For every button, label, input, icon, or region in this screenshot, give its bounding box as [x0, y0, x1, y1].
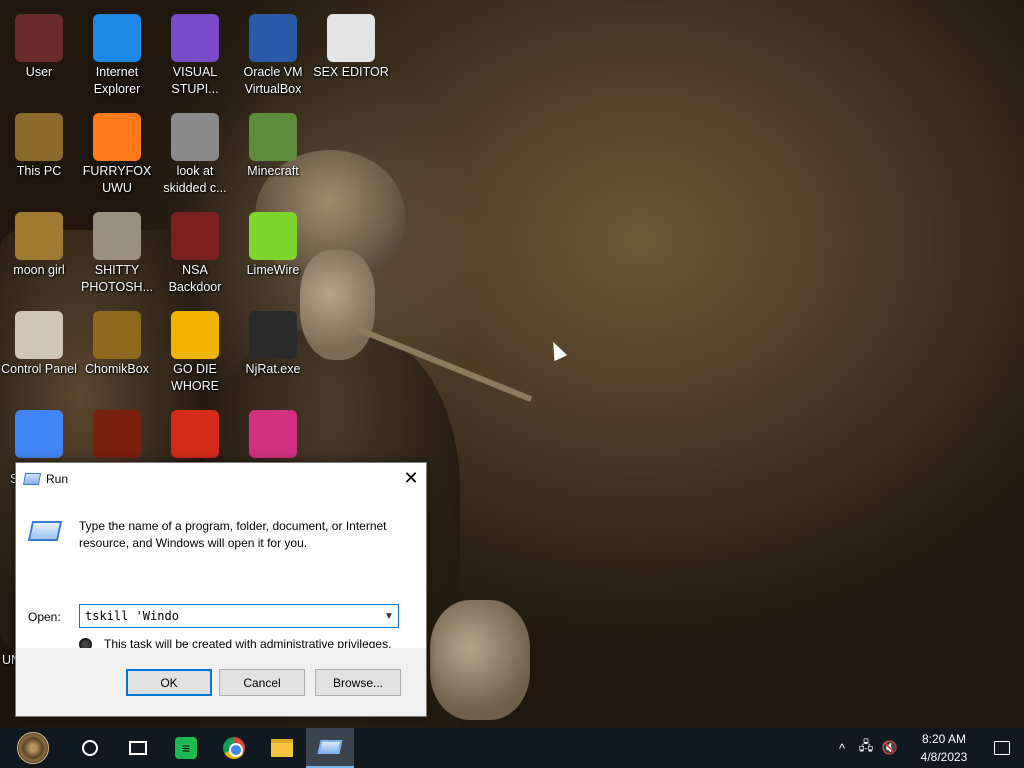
desktop-icon-label: ChomikBox: [85, 362, 149, 376]
computer-icon: [15, 113, 63, 161]
system-tray: ^ 🖧 🔇 8:20 AM 4/8/2023: [830, 728, 1024, 768]
close-button[interactable]: ✕: [396, 463, 426, 493]
run-app-icon: [22, 472, 42, 485]
desktop-icon-label: Minecraft: [247, 164, 299, 178]
gimp-icon: [93, 212, 141, 260]
desktop-icon-label: GO DIE WHORE: [171, 362, 219, 393]
run-titlebar[interactable]: Run: [16, 463, 426, 494]
desktop-icon-label: Oracle VM VirtualBox: [243, 65, 303, 96]
desktop-icon-label: User: [25, 65, 53, 79]
desktop-icon[interactable]: NSA Backdoor: [156, 204, 234, 296]
desktop-icon-label: look at skidded c...: [163, 164, 227, 195]
hex-editor-icon: [327, 14, 375, 62]
user-figure-icon: [15, 14, 63, 62]
desktop-icon-label: LimeWire: [246, 263, 300, 277]
task-view-button[interactable]: [114, 728, 162, 768]
desktop-icon[interactable]: VISUAL STUPI...: [156, 6, 234, 98]
desktop-icon-label: NjRat.exe: [245, 362, 301, 376]
desktop-icon[interactable]: look at skidded c...: [156, 105, 234, 197]
desktop-icon[interactable]: LimeWire: [234, 204, 312, 279]
desktop-icon[interactable]: Internet Explorer: [78, 6, 156, 98]
desktop-icon-label: This PC: [16, 164, 62, 178]
taskbar-spotify[interactable]: ≡: [162, 728, 210, 768]
cancel-button[interactable]: Cancel: [219, 669, 305, 696]
search-circle-icon: [82, 740, 98, 756]
chrome-icon: [223, 737, 245, 759]
taskbar-chrome[interactable]: [210, 728, 258, 768]
clock-time: 8:20 AM: [921, 732, 967, 746]
hand-decoration: [430, 600, 530, 720]
desktop-icon[interactable]: SHITTY PHOTOSH...: [78, 204, 156, 296]
ok-button[interactable]: OK: [126, 669, 212, 696]
copy-files-icon: [171, 113, 219, 161]
wwe-icon: [93, 410, 141, 458]
close-icon: ✕: [403, 467, 419, 488]
desktop-icon-label: moon girl: [13, 263, 65, 277]
desktop-icon-label: VISUAL STUPI...: [171, 65, 219, 96]
chrome-icon: [15, 410, 63, 458]
desktop-icon[interactable]: moon girl: [0, 204, 78, 279]
open-label: Open:: [28, 610, 61, 624]
taskbar-file-explorer[interactable]: [258, 728, 306, 768]
run-dialog: Run ✕ Type the name of a program, folder…: [15, 462, 427, 717]
chomikbox-icon: [93, 311, 141, 359]
start-button[interactable]: [0, 728, 66, 768]
desktop-icon[interactable]: NjRat.exe: [234, 303, 312, 378]
folder-icon: [271, 739, 293, 757]
desktop-icon[interactable]: GO DIE WHORE: [156, 303, 234, 395]
video-player-icon: [249, 410, 297, 458]
chevron-down-icon[interactable]: ▼: [380, 611, 398, 622]
desktop-icon[interactable]: ChomikBox: [78, 303, 156, 378]
run-program-icon: [27, 521, 63, 541]
notification-icon: [994, 741, 1010, 755]
desktop-icon-label: SHITTY PHOTOSH...: [80, 263, 153, 294]
notification-center-button[interactable]: [980, 741, 1024, 755]
edge-browser-icon: [93, 14, 141, 62]
run-description: Type the name of a program, folder, docu…: [79, 519, 387, 550]
run-dialog-footer: OK Cancel Browse...: [16, 648, 426, 716]
desktop-icon-label: NSA Backdoor: [168, 263, 222, 294]
pipe-decoration: [353, 325, 533, 402]
desktop-icon[interactable]: SEX EDITOR: [312, 6, 390, 81]
network-icon[interactable]: 🖧: [854, 737, 878, 759]
search-button[interactable]: [66, 728, 114, 768]
desktop-icon[interactable]: Oracle VM VirtualBox: [234, 6, 312, 98]
desktop-icon-label: Control Panel: [1, 362, 77, 376]
taskbar: ≡ ^ 🖧 🔇 8:20 AM 4/8/2023: [0, 728, 1024, 768]
virtualbox-icon: [249, 14, 297, 62]
start-orb-icon: [17, 732, 49, 764]
desktop-icon-label: SEX EDITOR: [313, 65, 389, 79]
limewire-icon: [249, 212, 297, 260]
desktop-icon[interactable]: This PC: [0, 105, 78, 180]
browse-button[interactable]: Browse...: [315, 669, 401, 696]
de-app-icon: [171, 311, 219, 359]
run-dialog-body: Type the name of a program, folder, docu…: [16, 494, 426, 651]
skull-icon: [249, 311, 297, 359]
open-combobox[interactable]: ▼: [79, 604, 399, 628]
mouse-cursor-icon: [546, 338, 568, 362]
minecraft-icon: [249, 113, 297, 161]
desktop-icon-label: FURRYFOX UWU: [82, 164, 152, 195]
spotify-icon: ≡: [175, 737, 197, 759]
monitor-icon: [171, 212, 219, 260]
taskbar-run[interactable]: [306, 728, 354, 768]
visual-studio-icon: [171, 14, 219, 62]
firefox-icon: [93, 113, 141, 161]
clock-date: 4/8/2023: [920, 750, 968, 764]
run-title-text: Run: [46, 471, 69, 486]
desktop-icon[interactable]: Control Panel: [0, 303, 78, 378]
desktop-icon[interactable]: Minecraft: [234, 105, 312, 180]
apple-icon: [171, 410, 219, 458]
lightbulb-icon: [15, 311, 63, 359]
open-input[interactable]: [80, 609, 380, 623]
run-app-icon: [317, 740, 343, 754]
desktop-icon-label: Internet Explorer: [93, 65, 141, 96]
chevron-up-icon[interactable]: ^: [830, 741, 854, 756]
volume-muted-icon[interactable]: 🔇: [878, 740, 902, 756]
clock[interactable]: 8:20 AM 4/8/2023: [908, 730, 980, 766]
desktop-icon[interactable]: User: [0, 6, 78, 81]
desktop-icon[interactable]: FURRYFOX UWU: [78, 105, 156, 197]
folder-book-icon: [15, 212, 63, 260]
task-view-icon: [129, 741, 147, 755]
